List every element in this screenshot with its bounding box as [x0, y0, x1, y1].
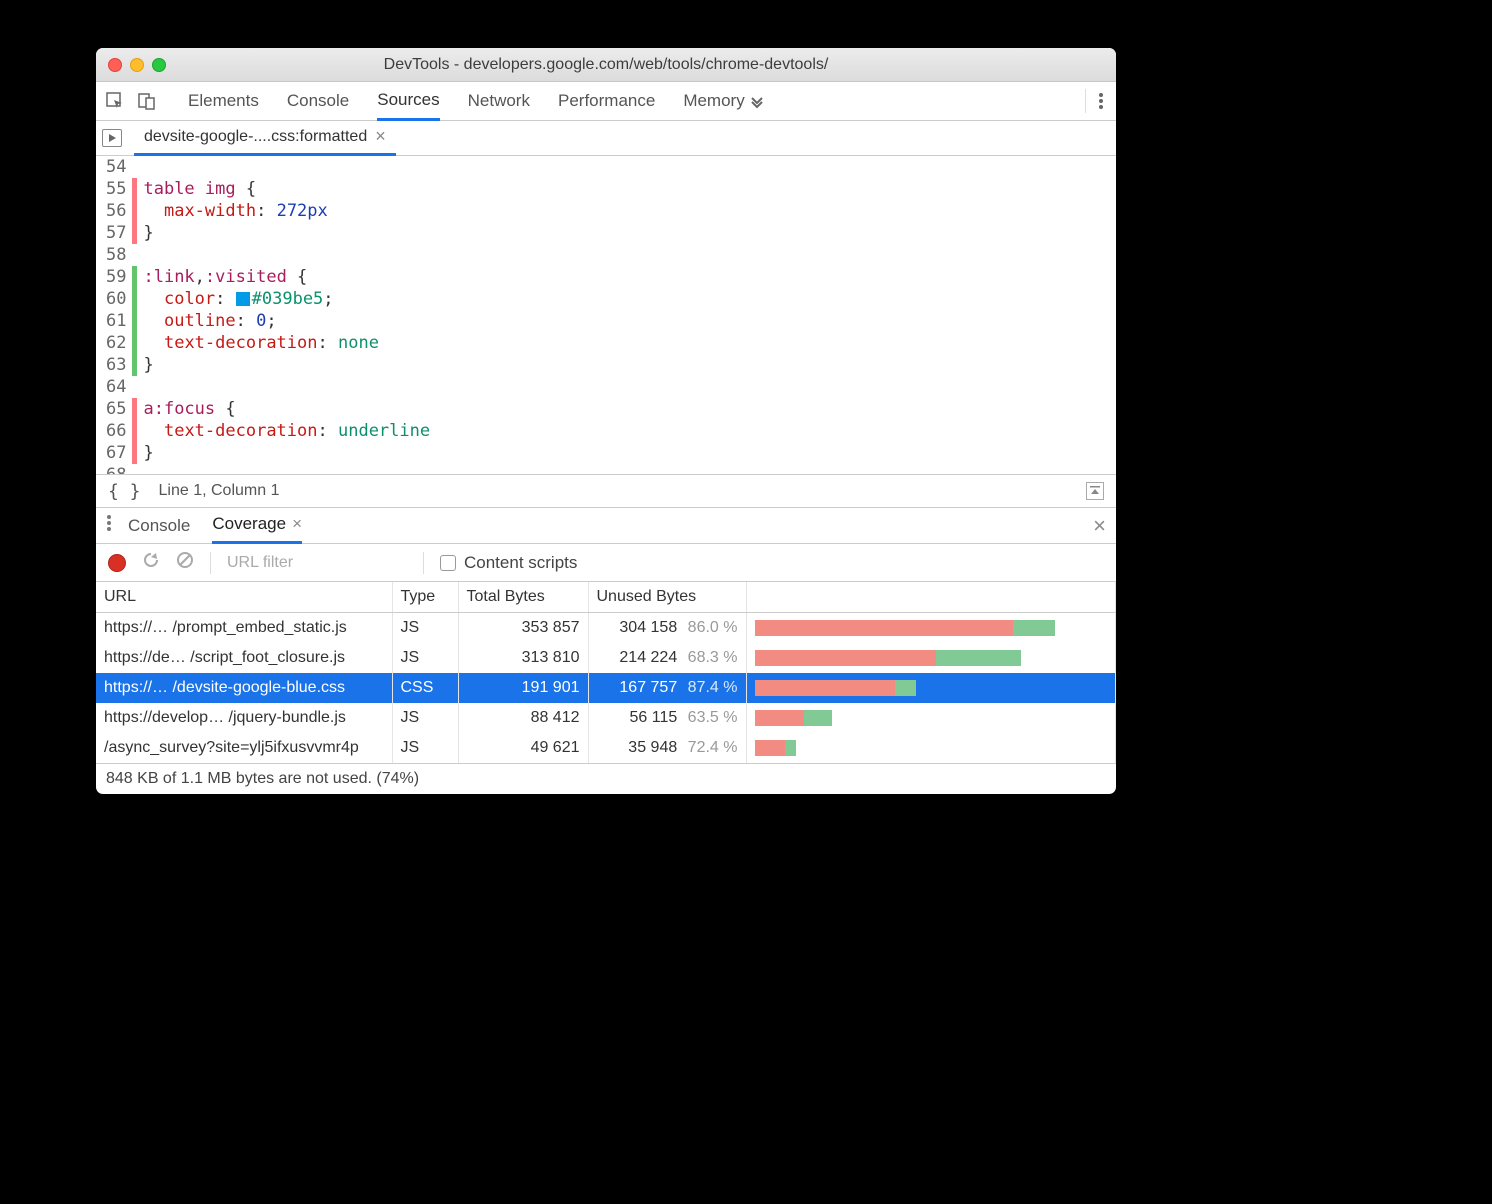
drawer-tab-console[interactable]: Console — [128, 508, 190, 544]
minimize-icon[interactable] — [130, 58, 144, 72]
checkbox-icon[interactable] — [440, 555, 456, 571]
more-tabs-icon[interactable] — [749, 93, 765, 109]
file-tab-label: devsite-google-....css:formatted — [144, 128, 367, 146]
drawer-tab-coverage[interactable]: Coverage× — [212, 508, 302, 544]
main-toolbar: Elements Console Sources Network Performance… — [96, 82, 1116, 121]
coverage-toolbar: URL filter Content scripts — [96, 544, 1116, 582]
inspect-icon[interactable] — [106, 92, 124, 110]
pretty-print-icon[interactable]: { } — [108, 481, 141, 502]
maximize-icon[interactable] — [152, 58, 166, 72]
file-tab-bar: devsite-google-....css:formatted × — [96, 121, 1116, 156]
cursor-position: Line 1, Column 1 — [159, 482, 280, 500]
column-header[interactable] — [746, 582, 1116, 613]
close-drawer-tab-icon[interactable]: × — [292, 514, 302, 534]
tab-console[interactable]: Console — [287, 82, 349, 121]
column-header[interactable]: Type — [392, 582, 458, 613]
tab-memory[interactable]: Memory — [683, 82, 744, 121]
separator — [423, 552, 424, 574]
reload-icon[interactable] — [142, 551, 160, 574]
table-row[interactable]: https://… /devsite-google-blue.cssCSS191… — [96, 673, 1116, 703]
sidebar-toggle-icon[interactable] — [1086, 482, 1104, 500]
url-filter-input[interactable]: URL filter — [227, 554, 407, 572]
drawer-tab-bar: Console Coverage× × — [96, 508, 1116, 544]
kebab-menu-icon[interactable] — [1098, 92, 1104, 110]
column-header[interactable]: Total Bytes — [458, 582, 588, 613]
column-header[interactable]: URL — [96, 582, 392, 613]
tab-sources[interactable]: Sources — [377, 82, 439, 121]
tab-network[interactable]: Network — [468, 82, 530, 121]
content-scripts-label: Content scripts — [464, 553, 577, 573]
window-title: DevTools - developers.google.com/web/too… — [96, 56, 1116, 74]
titlebar[interactable]: DevTools - developers.google.com/web/too… — [96, 48, 1116, 82]
table-row[interactable]: https://de… /script_foot_closure.jsJS313… — [96, 643, 1116, 673]
tab-elements[interactable]: Elements — [188, 82, 259, 121]
close-tab-icon[interactable]: × — [375, 126, 386, 147]
column-header[interactable]: Unused Bytes — [588, 582, 746, 613]
table-row[interactable]: https://develop… /jquery-bundle.jsJS88 4… — [96, 703, 1116, 733]
window-controls — [108, 58, 166, 72]
file-tab[interactable]: devsite-google-....css:formatted × — [134, 121, 396, 156]
table-row[interactable]: https://… /prompt_embed_static.jsJS353 8… — [96, 613, 1116, 644]
tab-performance[interactable]: Performance — [558, 82, 655, 121]
separator — [210, 552, 211, 574]
devtools-window: DevTools - developers.google.com/web/too… — [96, 48, 1116, 794]
main-tabs: Elements Console Sources Network Performance… — [188, 82, 745, 121]
code-content[interactable]: table img { max-width: 272px}:link,:visi… — [137, 156, 430, 474]
editor-status-bar: { } Line 1, Column 1 — [96, 474, 1116, 508]
table-row[interactable]: /async_survey?site=ylj5ifxusvvmr4pJS49 6… — [96, 733, 1116, 763]
coverage-table: URLTypeTotal BytesUnused Bytes https://…… — [96, 582, 1116, 763]
line-number-gutter: 545556575859606162636465666768 — [96, 156, 132, 474]
table-header-row: URLTypeTotal BytesUnused Bytes — [96, 582, 1116, 613]
code-editor[interactable]: 545556575859606162636465666768 table img… — [96, 156, 1116, 474]
close-drawer-icon[interactable]: × — [1093, 513, 1106, 539]
clear-icon[interactable] — [176, 551, 194, 574]
device-toggle-icon[interactable] — [138, 92, 156, 110]
close-icon[interactable] — [108, 58, 122, 72]
coverage-summary: 848 KB of 1.1 MB bytes are not used. (74… — [96, 763, 1116, 794]
navigator-toggle-icon[interactable] — [102, 129, 122, 147]
drawer-menu-icon[interactable] — [106, 514, 112, 537]
content-scripts-checkbox[interactable]: Content scripts — [440, 553, 577, 573]
separator — [1085, 89, 1086, 113]
record-button[interactable] — [108, 554, 126, 572]
